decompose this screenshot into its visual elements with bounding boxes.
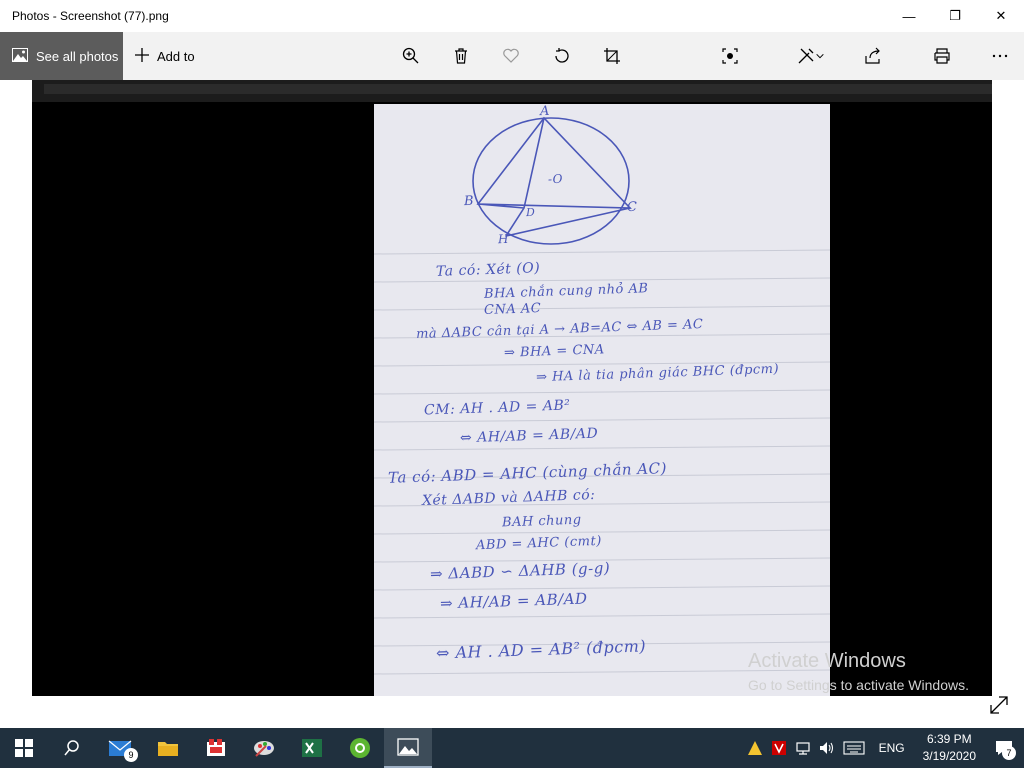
clock-date: 3/19/2020 [922, 749, 976, 763]
watermark-title: Activate Windows [748, 650, 906, 672]
antivirus-icon [771, 741, 786, 755]
keyboard-button[interactable] [839, 728, 869, 768]
expand-icon[interactable] [986, 692, 1012, 718]
photos-app[interactable] [384, 728, 432, 768]
zoom-icon[interactable] [391, 32, 431, 80]
paint-icon [254, 741, 274, 757]
label-a: A [539, 104, 551, 120]
network-icon [795, 742, 810, 755]
volume-button[interactable] [815, 728, 839, 768]
tools-icon [207, 739, 225, 756]
see-all-photos-label: See all photos [36, 48, 119, 64]
coccoc-browser-app[interactable] [336, 728, 384, 768]
more-icon[interactable] [980, 32, 1020, 80]
browser-icon [350, 738, 370, 758]
plus-icon [135, 47, 149, 65]
label-o: -O [547, 171, 564, 187]
enhance-icon[interactable] [710, 32, 750, 80]
label-d: D [525, 205, 536, 220]
notification-badge: 7 [1002, 746, 1016, 760]
watermark-subtitle: Go to Settings to activate Windows. [748, 677, 969, 693]
delete-icon[interactable] [441, 32, 481, 80]
label-h: H [497, 231, 510, 247]
minimize-button[interactable]: — [886, 0, 932, 32]
folder-icon [158, 742, 178, 756]
paint-app[interactable] [240, 728, 288, 768]
photos-icon [12, 47, 28, 65]
photos-app-icon [397, 738, 419, 756]
handwriting-line: BAH chung [501, 512, 582, 531]
title-bar: Photos - Screenshot (77).png — ❐ ✕ [0, 0, 1024, 32]
excel-icon [302, 739, 322, 757]
chevron-down-icon[interactable] [808, 32, 832, 80]
language-indicator[interactable]: ENG [869, 741, 915, 755]
label-c: C [626, 199, 638, 216]
search-button[interactable] [48, 728, 96, 768]
add-to-button[interactable]: Add to [135, 47, 195, 65]
window-title: Photos - Screenshot (77).png [12, 9, 169, 23]
windows-icon [15, 739, 33, 757]
see-all-photos-button[interactable]: See all photos [0, 32, 123, 80]
handwriting-line: CNA AC [483, 301, 542, 318]
tray-icon-3[interactable] [791, 728, 815, 768]
warning-icon [747, 741, 762, 755]
clock-time: 6:39 PM [926, 732, 972, 746]
action-center-button[interactable]: 7 [984, 728, 1024, 768]
mail-badge: 9 [124, 748, 138, 762]
app-red-icon[interactable] [192, 728, 240, 768]
file-explorer-app[interactable] [144, 728, 192, 768]
tray-icon-2[interactable] [767, 728, 791, 768]
maximize-button[interactable]: ❐ [932, 0, 978, 32]
excel-app[interactable] [288, 728, 336, 768]
start-button[interactable] [0, 728, 48, 768]
tray-icon-1[interactable] [743, 728, 767, 768]
keyboard-icon [843, 741, 865, 755]
favorite-icon[interactable] [491, 32, 531, 80]
volume-icon [819, 742, 833, 754]
activate-windows-watermark: Activate Windows Go to Settings to activ… [748, 650, 969, 693]
handwritten-notebook-photo: A B C H D -O Ta có: Xét (O) BHA chắn cun… [374, 104, 830, 696]
clock[interactable]: 6:39 PM 3/19/2020 [915, 731, 984, 765]
search-icon [64, 740, 79, 756]
add-to-label: Add to [157, 48, 195, 64]
photo-top-strip [32, 80, 992, 102]
close-button[interactable]: ✕ [978, 0, 1024, 32]
mail-app[interactable]: 9 [96, 728, 144, 768]
system-tray: ENG 6:39 PM 3/19/2020 7 [743, 728, 1024, 768]
label-b: B [463, 193, 475, 210]
rotate-icon[interactable] [542, 32, 582, 80]
print-icon[interactable] [922, 32, 962, 80]
crop-icon[interactable] [592, 32, 632, 80]
share-icon[interactable] [853, 32, 893, 80]
